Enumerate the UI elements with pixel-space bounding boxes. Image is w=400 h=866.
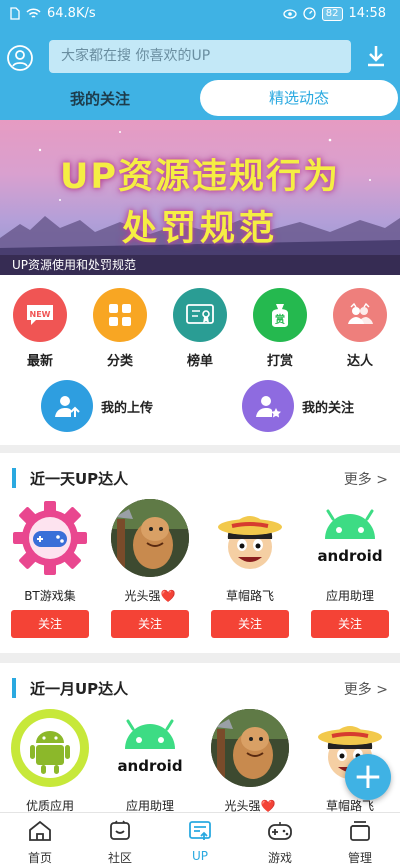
menu-item-label: 最新 — [26, 354, 53, 369]
nav-label: 管理 — [347, 851, 372, 865]
feature-menu: NEW 最新 分类 榜单 赏 打赏 达人 我的上传 我的关注 — [0, 275, 400, 445]
manage-icon — [320, 819, 400, 843]
svg-text:android: android — [117, 757, 182, 775]
expert-card[interactable]: BT游戏集 关注 — [5, 499, 95, 638]
search-input[interactable]: 大家都在搜 你喜欢的UP — [49, 40, 351, 73]
wifi-icon — [26, 7, 41, 18]
eye-icon — [283, 8, 297, 19]
network-speed: 64.8K/s — [47, 6, 96, 21]
menu-item-label: 我的上传 — [101, 400, 154, 416]
android-robot-avatar — [11, 709, 89, 787]
home-icon — [0, 819, 80, 843]
nav-games[interactable]: 游戏 — [240, 819, 320, 866]
expert-card[interactable]: 光头强❤️ 关注 — [105, 499, 195, 638]
section-accent-bar — [12, 468, 16, 488]
expert-card[interactable]: 光头强❤️ — [205, 709, 295, 814]
gamepad-icon — [240, 819, 320, 843]
section-title: 近一月UP达人 — [12, 677, 128, 699]
reward-bag-icon: 赏 — [253, 288, 307, 342]
users-icon — [333, 288, 387, 342]
expert-name: 应用助理 — [325, 589, 374, 603]
follow-button[interactable]: 关注 — [111, 610, 189, 638]
menu-item-my-follows[interactable]: 我的关注 — [242, 380, 354, 432]
add-button[interactable]: + — [345, 754, 391, 800]
banner[interactable]: UP资源违规行为 处罚规范 UP资源使用和处罚规范 — [0, 120, 400, 275]
speedometer-icon — [303, 7, 316, 20]
section-month-experts: 近一月UP达人 更多 > 优质应用 android 应用助理 光头强❤️ 草帽路… — [0, 663, 400, 813]
banner-title-line1: UP资源违规行为 — [59, 157, 341, 197]
user-icon — [7, 45, 33, 71]
menu-item-my-uploads[interactable]: 我的上传 — [41, 380, 153, 432]
banner-caption: UP资源使用和处罚规范 — [0, 255, 400, 275]
clock: 14:58 — [348, 6, 386, 21]
star-user-icon — [242, 380, 294, 432]
expert-card[interactable]: android 应用助理 — [105, 709, 195, 814]
expert-name: BT游戏集 — [24, 589, 76, 603]
svg-text:NEW: NEW — [30, 310, 51, 319]
cartoon-lumberjack-avatar — [111, 499, 189, 577]
upload-user-icon — [41, 380, 93, 432]
expert-card[interactable]: android 应用助理 关注 — [305, 499, 395, 638]
menu-item-label: 分类 — [106, 354, 133, 369]
expert-name: 草帽路飞 — [225, 589, 274, 603]
header: 大家都在搜 你喜欢的UP 我的关注 精选动态 — [0, 28, 400, 120]
community-icon — [80, 819, 160, 843]
more-link[interactable]: 更多 > — [344, 469, 388, 489]
banner-title-line2: 处罚规范 — [121, 209, 278, 249]
tab-featured-feed[interactable]: 精选动态 — [200, 80, 398, 116]
download-button[interactable] — [365, 44, 387, 68]
svg-text:android: android — [317, 547, 382, 565]
cartoon-lumberjack-avatar — [211, 709, 289, 787]
menu-item-experts[interactable]: 达人 — [320, 288, 400, 369]
sim-card-icon — [10, 7, 20, 20]
menu-item-label: 榜单 — [186, 354, 213, 369]
expert-card[interactable]: 优质应用 — [5, 709, 95, 814]
nav-label: UP — [191, 849, 209, 863]
expert-name: 光头强❤️ — [124, 589, 176, 603]
tab-my-follows[interactable]: 我的关注 — [0, 81, 200, 117]
follow-button[interactable]: 关注 — [311, 610, 389, 638]
battery-indicator: 82 — [321, 6, 343, 21]
follow-button[interactable]: 关注 — [211, 610, 289, 638]
new-icon: NEW — [13, 288, 67, 342]
menu-item-label: 打赏 — [266, 354, 293, 369]
up-icon — [160, 819, 240, 843]
status-bar: 64.8K/s 82 14:58 — [0, 0, 400, 28]
expert-card[interactable]: 草帽路飞 关注 — [205, 499, 295, 638]
straw-hat-avatar — [211, 499, 289, 577]
certificate-icon — [173, 288, 227, 342]
menu-item-label: 达人 — [346, 354, 373, 369]
svg-text:赏: 赏 — [275, 313, 285, 326]
more-link[interactable]: 更多 > — [344, 679, 388, 699]
section-title-text: 近一天UP达人 — [30, 469, 129, 488]
nav-up[interactable]: UP — [160, 819, 240, 863]
nav-label: 首页 — [27, 851, 52, 865]
grid-icon — [93, 288, 147, 342]
nav-label: 游戏 — [267, 851, 292, 865]
nav-manage[interactable]: 管理 — [320, 819, 400, 866]
nav-home[interactable]: 首页 — [0, 819, 80, 866]
menu-item-category[interactable]: 分类 — [80, 288, 160, 369]
gamepad-gear-avatar — [11, 499, 89, 577]
menu-item-latest[interactable]: NEW 最新 — [0, 288, 80, 369]
menu-item-reward[interactable]: 赏 打赏 — [240, 288, 320, 369]
menu-item-ranking[interactable]: 榜单 — [160, 288, 240, 369]
nav-community[interactable]: 社区 — [80, 819, 160, 866]
section-title-text: 近一月UP达人 — [30, 679, 129, 698]
android-logo-avatar: android — [111, 709, 189, 787]
nav-label: 社区 — [107, 851, 132, 865]
bottom-nav: 首页 社区 UP 游戏 管理 — [0, 812, 400, 866]
user-avatar-button[interactable] — [6, 44, 34, 72]
download-icon — [368, 46, 384, 67]
follow-button[interactable]: 关注 — [11, 610, 89, 638]
section-day-experts: 近一天UP达人 更多 > BT游戏集 关注 光头强❤️ 关注 草帽路飞 关注 a… — [0, 453, 400, 653]
menu-item-label: 我的关注 — [302, 400, 355, 416]
android-logo-avatar: android — [311, 499, 389, 577]
tab-featured-label: 精选动态 — [268, 89, 329, 107]
section-title: 近一天UP达人 — [12, 467, 128, 489]
section-accent-bar — [12, 678, 16, 698]
